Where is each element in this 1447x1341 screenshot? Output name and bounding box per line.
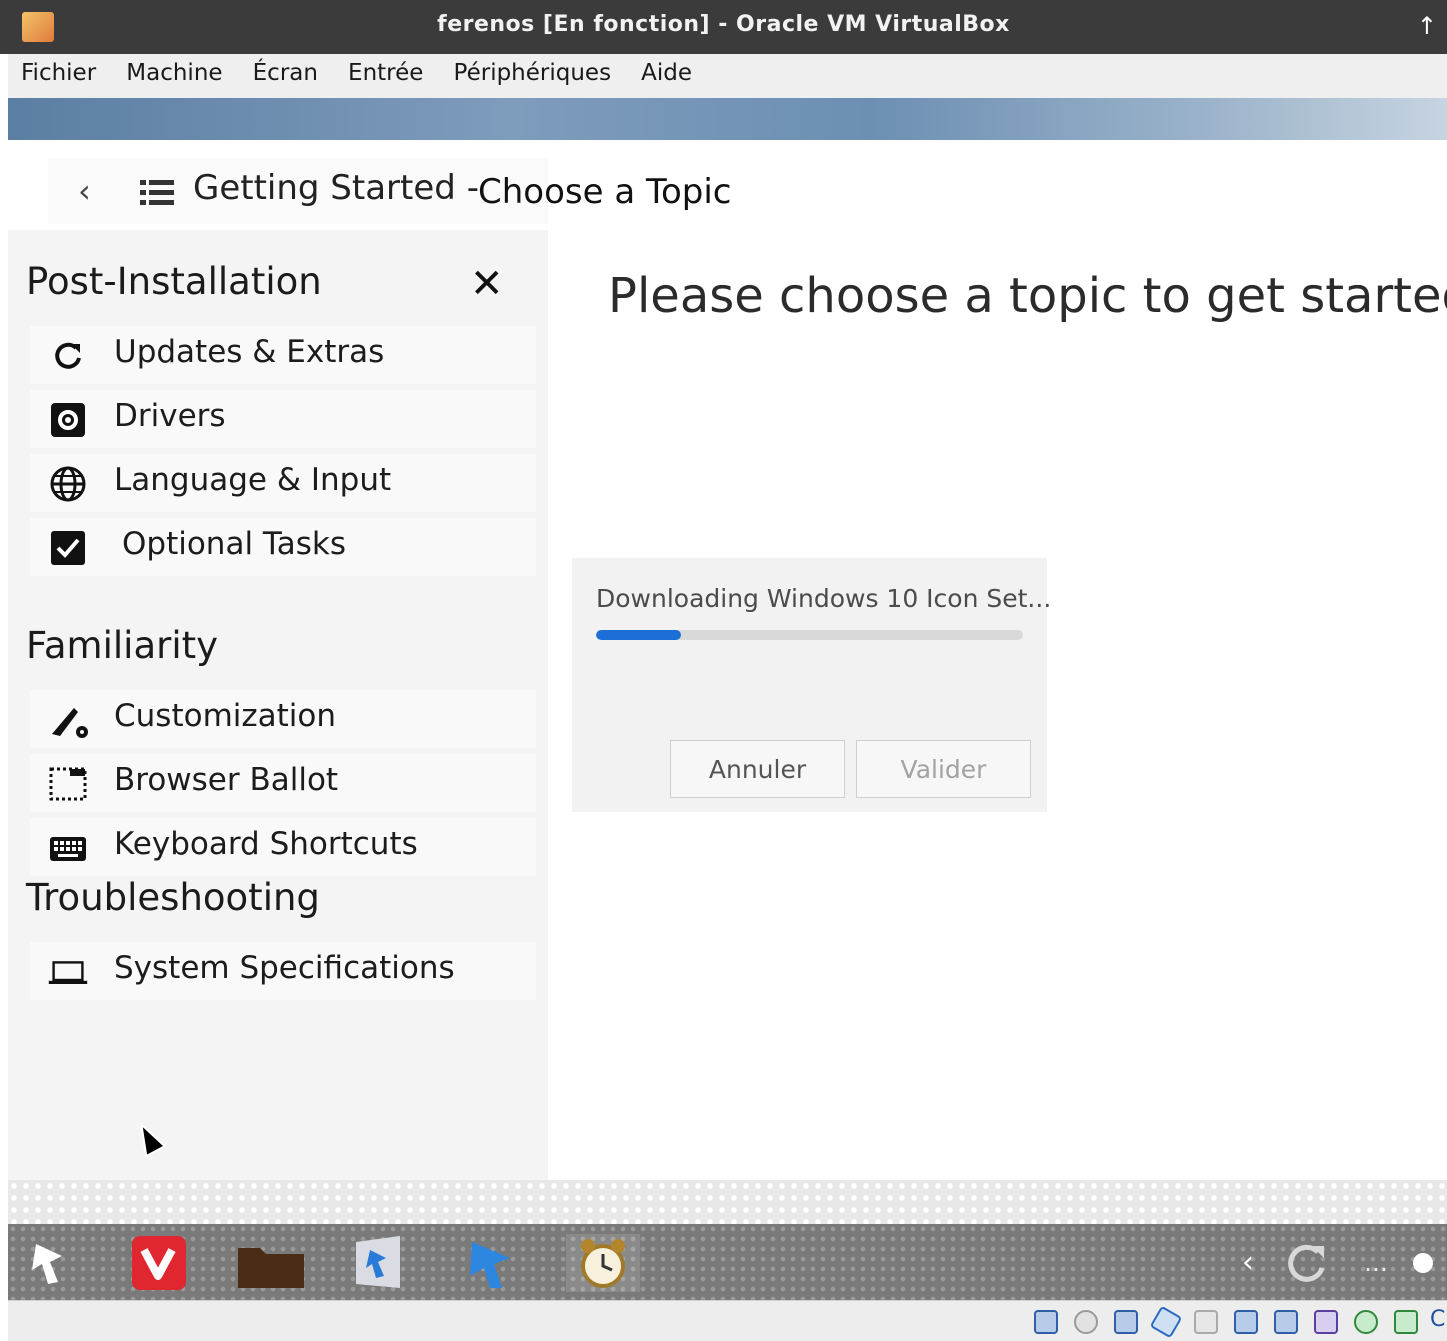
download-message: Downloading Windows 10 Icon Set... <box>596 584 1052 613</box>
cancel-button[interactable]: Annuler <box>670 740 845 798</box>
menu-fichier[interactable]: Fichier <box>8 54 108 86</box>
sidebar-item-browser-ballot[interactable]: Browser Ballot <box>30 754 536 812</box>
sidebar-item-label: Optional Tasks <box>122 526 346 562</box>
checkbox-icon <box>48 530 88 566</box>
section-title-familiarity: Familiarity <box>26 624 219 667</box>
wallpaper-strip <box>8 98 1447 140</box>
section-title-post-installation: Post-Installation <box>26 260 322 303</box>
taskbar: ‹ … <box>8 1224 1447 1300</box>
menu-machine[interactable]: Machine <box>113 54 234 86</box>
sidebar-item-label: Updates & Extras <box>114 334 385 370</box>
store-icon[interactable] <box>348 1234 408 1292</box>
progress-fill <box>596 630 682 640</box>
feren-icon[interactable] <box>460 1234 520 1292</box>
chevron-left-icon[interactable]: ‹ <box>1236 1234 1260 1292</box>
alarm-clock-icon[interactable] <box>566 1234 640 1292</box>
sidebar-item-system-specifications[interactable]: System Specifications <box>30 942 536 1000</box>
network-icon[interactable] <box>1114 1310 1138 1334</box>
main-heading: Please choose a topic to get started. <box>608 268 1447 324</box>
brush-gear-icon <box>48 702 88 738</box>
section-title-troubleshooting: Troubleshooting <box>26 876 320 919</box>
menu-bar: Fichier Machine Écran Entrée Périphériqu… <box>8 54 1447 99</box>
host-key-label: C <box>1430 1307 1446 1332</box>
download-progress-bar <box>596 630 1023 640</box>
refresh-icon[interactable] <box>1280 1234 1334 1292</box>
sidebar-item-updates-extras[interactable]: Updates & Extras <box>30 326 536 384</box>
hard-disk-icon[interactable] <box>1034 1310 1058 1334</box>
usb-icon[interactable] <box>1149 1305 1183 1339</box>
sidebar-item-label: Browser Ballot <box>114 762 339 798</box>
shared-folder-icon[interactable] <box>1194 1310 1218 1334</box>
ok-button[interactable]: Valider <box>856 740 1031 798</box>
sidebar-item-label: Keyboard Shortcuts <box>114 826 418 862</box>
sidebar-item-label: System Specifications <box>114 950 455 986</box>
driver-gear-icon <box>48 402 88 438</box>
breadcrumb-root: Getting Started - <box>193 168 479 208</box>
sidebar-item-language-input[interactable]: Language & Input <box>30 454 536 512</box>
sidebar-item-label: Language & Input <box>114 462 392 498</box>
laptop-icon <box>48 954 88 990</box>
sidebar-item-drivers[interactable]: Drivers <box>30 390 536 448</box>
optical-drive-icon[interactable] <box>1074 1310 1098 1334</box>
guest-screen: ‹ Getting Started - Choose a Topic Post-… <box>8 140 1447 1300</box>
menu-peripheriques[interactable]: Périphériques <box>441 54 624 86</box>
browser-window-icon <box>48 766 88 802</box>
keyboard-icon <box>48 830 88 866</box>
vm-status-bar: C <box>8 1300 1447 1341</box>
menu-entree[interactable]: Entrée <box>335 54 435 86</box>
refresh-icon <box>48 338 88 374</box>
close-icon[interactable]: ✕ <box>470 264 504 304</box>
guest-additions-icon[interactable] <box>1394 1310 1418 1334</box>
menu-ecran[interactable]: Écran <box>240 54 330 86</box>
mouse-integration-icon[interactable] <box>1354 1310 1378 1334</box>
vivaldi-icon[interactable] <box>128 1234 188 1292</box>
topic-sidebar: Post-Installation ✕ Updates & Extras Dri… <box>8 230 548 1185</box>
back-icon[interactable]: ‹ <box>78 172 91 210</box>
folder-icon[interactable] <box>236 1234 304 1292</box>
recording-icon[interactable] <box>1274 1310 1298 1334</box>
dot-icon[interactable] <box>1408 1234 1438 1292</box>
cpu-icon[interactable] <box>1314 1310 1338 1334</box>
panel-decoration <box>8 1180 1447 1224</box>
maximize-icon[interactable]: ↑ <box>1417 12 1437 40</box>
list-icon[interactable] <box>140 180 174 206</box>
page-title: Choose a Topic <box>478 172 732 212</box>
sidebar-item-customization[interactable]: Customization <box>30 690 536 748</box>
globe-icon <box>48 466 88 502</box>
window-title: ferenos [En fonction] - Oracle VM Virtua… <box>437 12 1010 37</box>
download-dialog: Downloading Windows 10 Icon Set... Annul… <box>572 558 1051 812</box>
window-titlebar: ferenos [En fonction] - Oracle VM Virtua… <box>0 0 1447 54</box>
sidebar-item-label: Drivers <box>114 398 226 434</box>
sidebar-item-keyboard-shortcuts[interactable]: Keyboard Shortcuts <box>30 818 536 876</box>
display-icon[interactable] <box>1234 1310 1258 1334</box>
sidebar-item-optional-tasks[interactable]: Optional Tasks <box>30 518 536 576</box>
menu-aide[interactable]: Aide <box>628 54 704 86</box>
sidebar-item-label: Customization <box>114 698 337 734</box>
page-header: ‹ Getting Started - Choose a Topic <box>48 158 732 224</box>
more-icon[interactable]: … <box>1358 1234 1394 1292</box>
start-icon[interactable] <box>18 1234 78 1292</box>
